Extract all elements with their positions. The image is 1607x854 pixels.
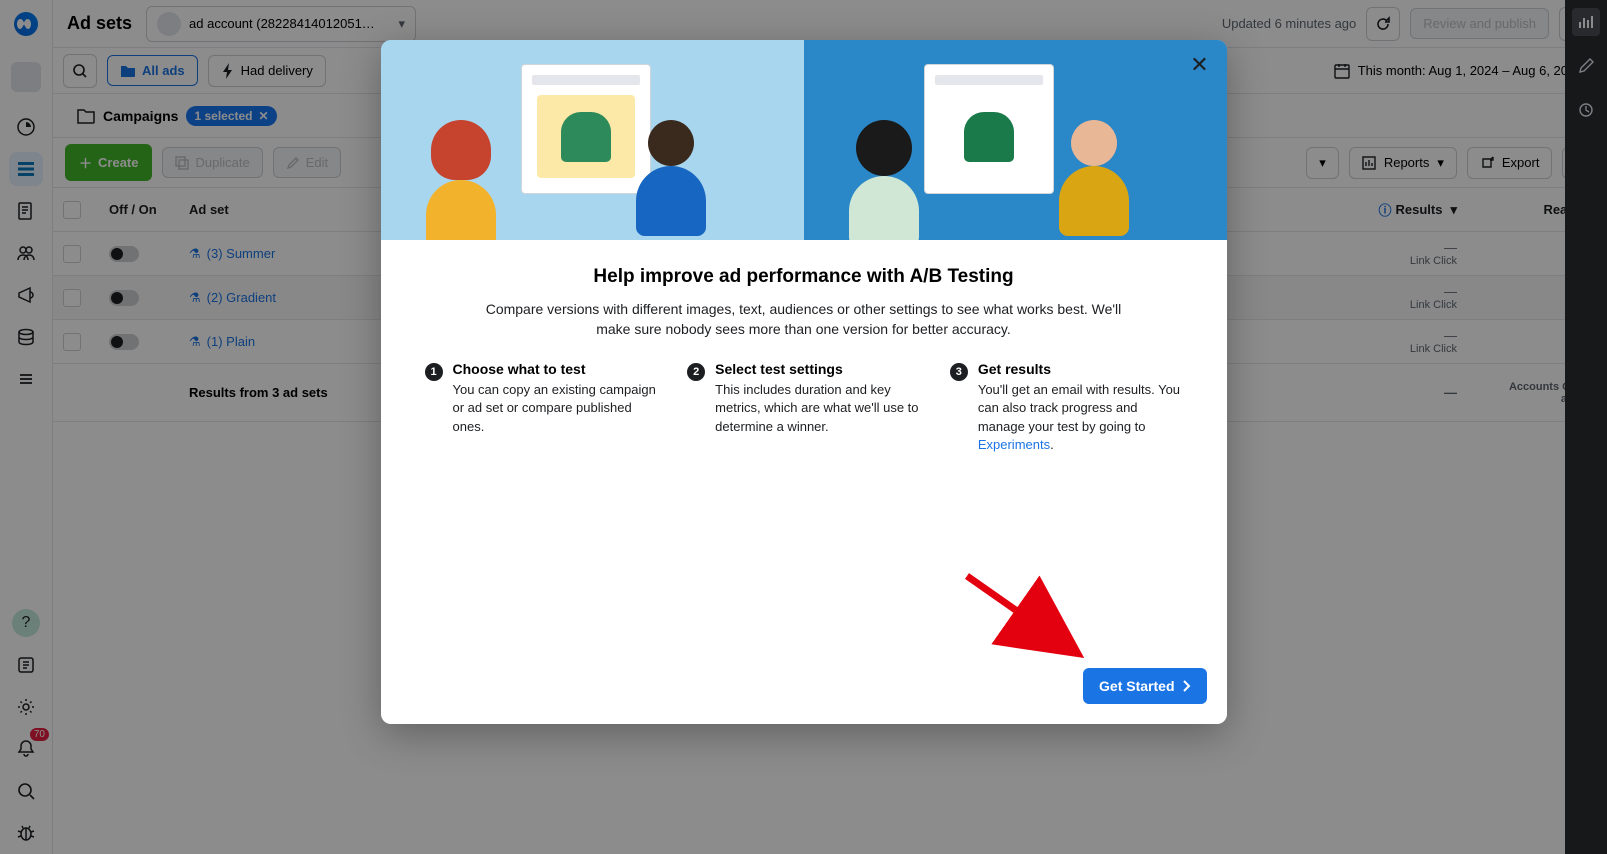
step-1: 1 Choose what to test You can copy an ex… [425,361,658,454]
ab-test-modal: ✕ Help improve ad performance with A/B T… [381,40,1227,724]
modal-title: Help improve ad performance with A/B Tes… [425,266,1183,288]
step-number-icon: 3 [950,363,968,381]
step-number-icon: 2 [687,363,705,381]
get-started-button[interactable]: Get Started [1083,668,1206,704]
chevron-right-icon [1183,680,1191,692]
step-number-icon: 1 [425,363,443,381]
modal-hero [381,40,1227,240]
modal-steps: 1 Choose what to test You can copy an ex… [425,361,1183,454]
experiments-link[interactable]: Experiments [978,437,1050,452]
step-2: 2 Select test settings This includes dur… [687,361,920,454]
close-button[interactable]: ✕ [1185,50,1215,80]
modal-desc: Compare versions with different images, … [469,300,1139,339]
step-3-body: You'll get an email with results. You ca… [978,381,1183,454]
step-3: 3 Get results You'll get an email with r… [950,361,1183,454]
modal-overlay[interactable]: ✕ Help improve ad performance with A/B T… [0,0,1607,854]
